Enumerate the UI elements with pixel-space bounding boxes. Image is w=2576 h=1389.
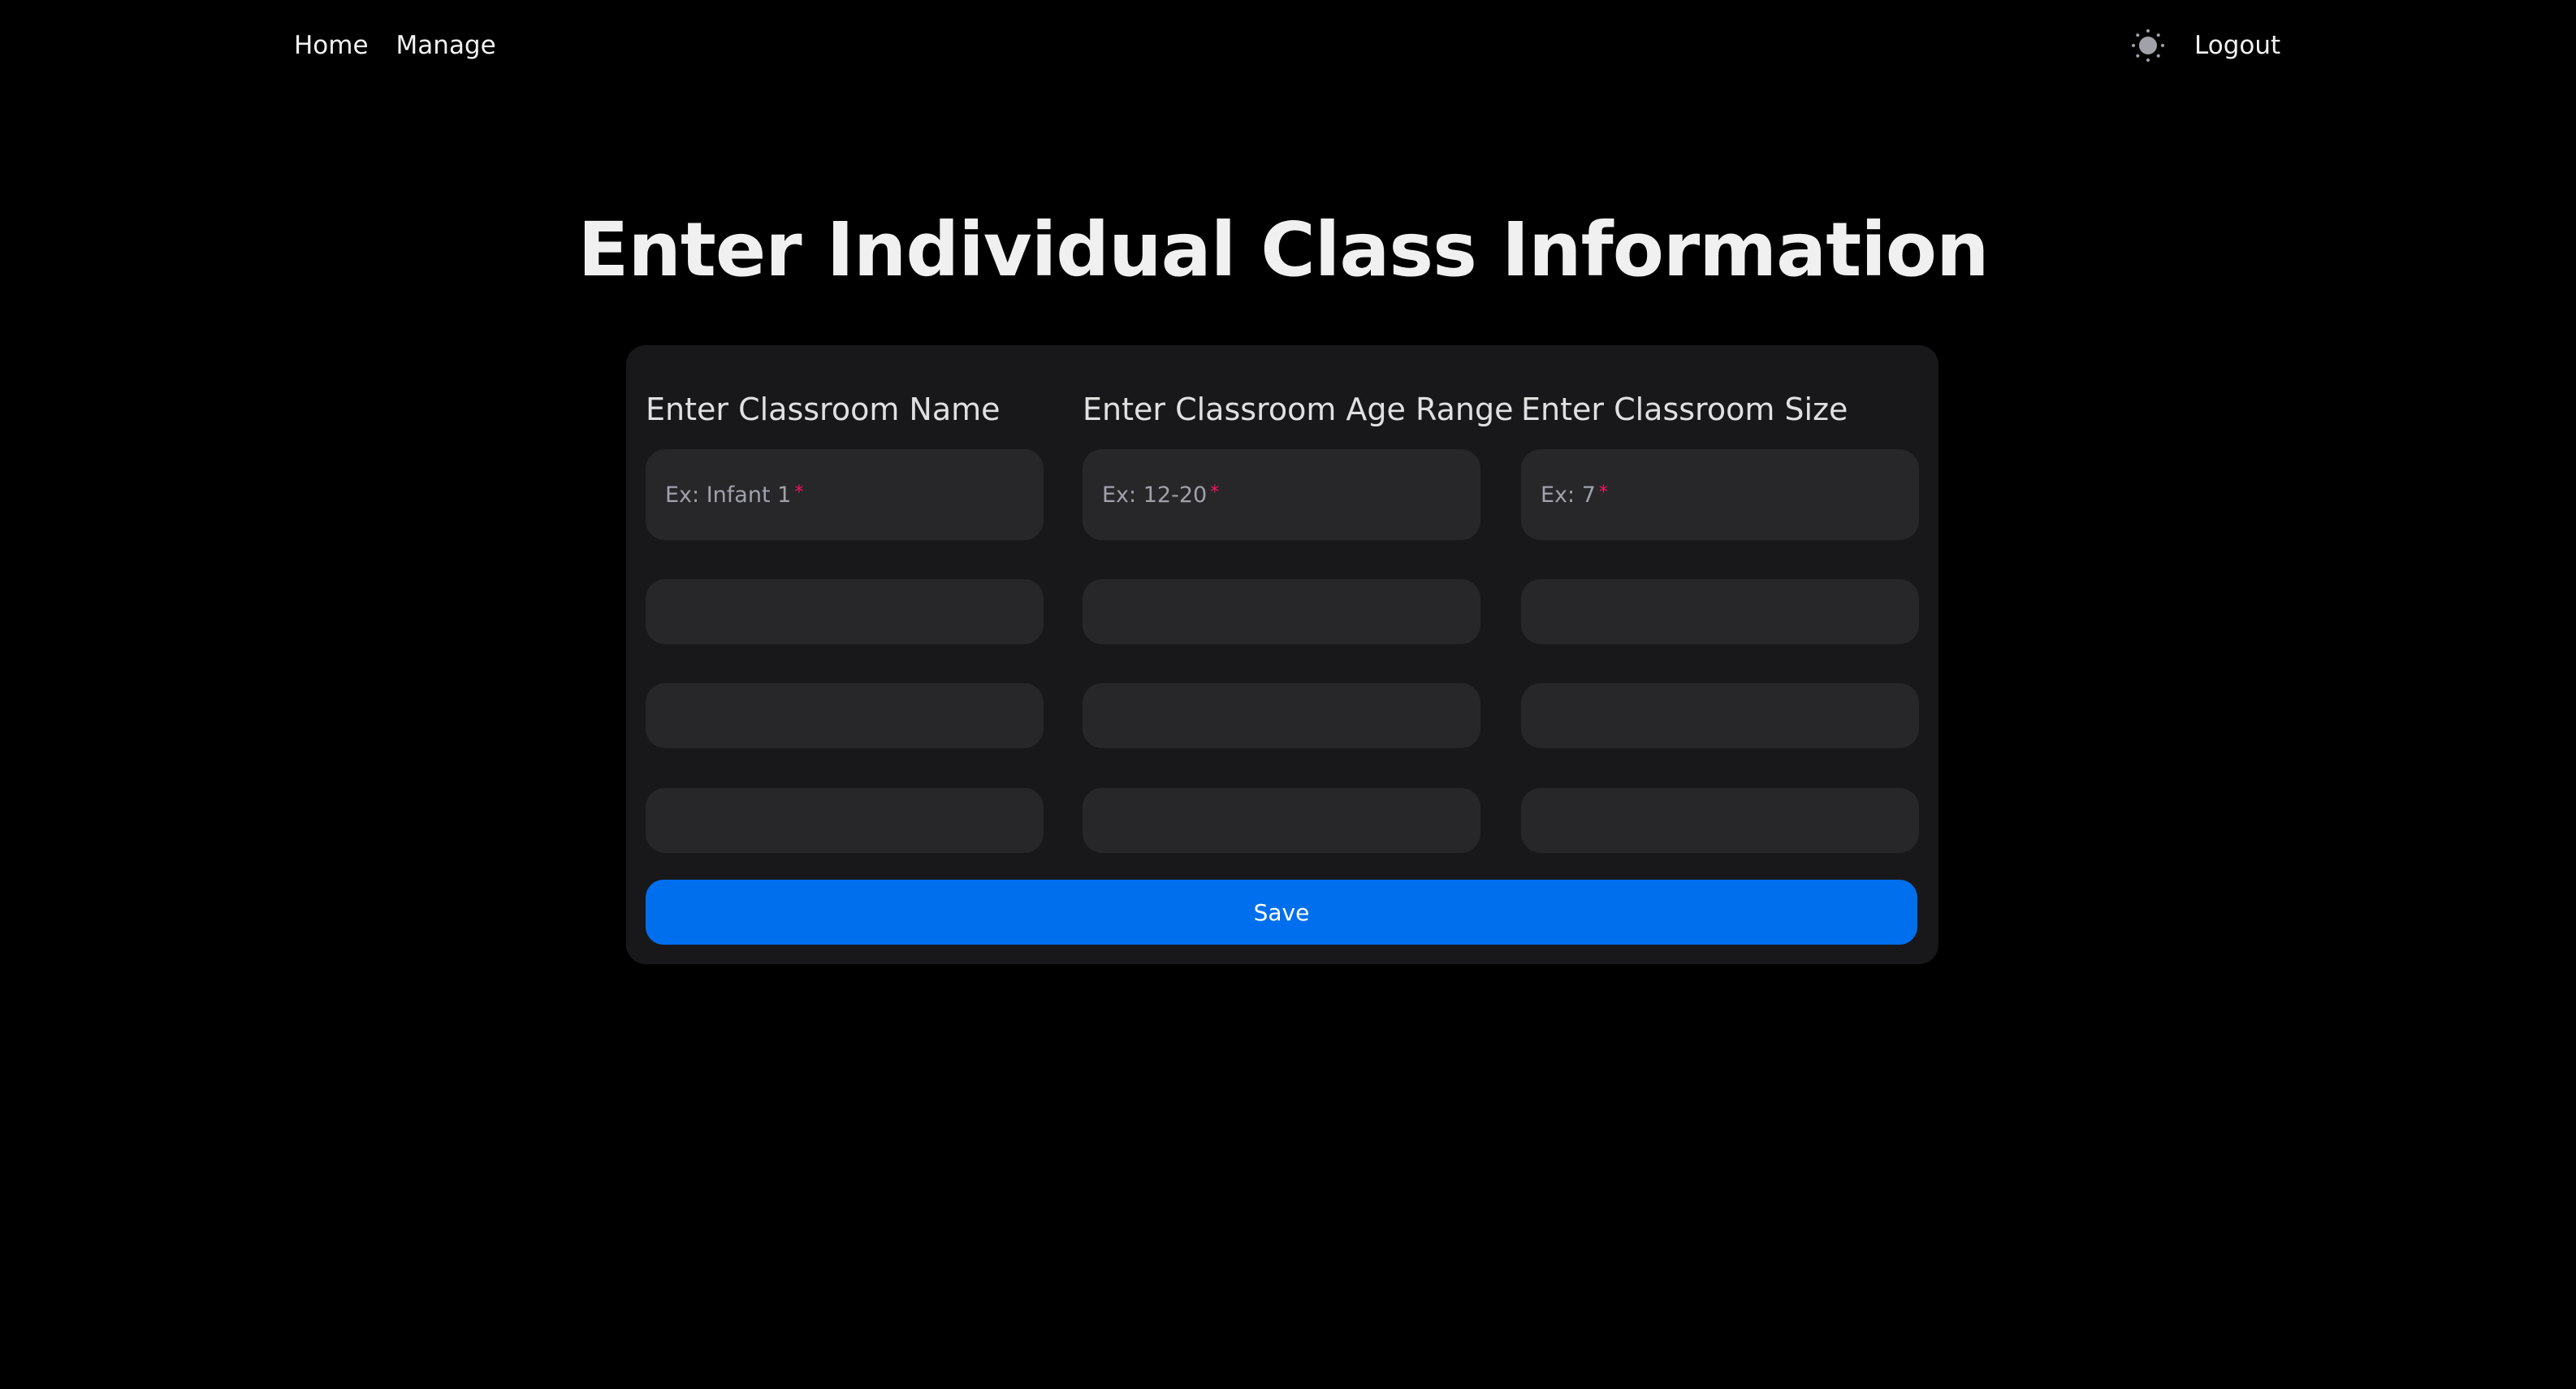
classroom-age-range-header: Enter Classroom Age Range xyxy=(1083,392,1514,427)
classroom-name-placeholder: Ex: Infant 1 xyxy=(665,482,792,508)
classroom-size-input-3[interactable] xyxy=(1521,683,1919,748)
sun-icon xyxy=(2132,29,2164,62)
classroom-size-header: Enter Classroom Size xyxy=(1521,392,1848,427)
required-asterisk: * xyxy=(1210,482,1220,503)
page: Home Manage Logout Enter Individual Clas… xyxy=(0,0,2576,1389)
classroom-name-input[interactable]: Ex: Infant 1 * xyxy=(646,449,1044,540)
page-title: Enter Individual Class Information xyxy=(577,206,1990,293)
classroom-age-range-input-2[interactable] xyxy=(1083,579,1480,644)
logout-link[interactable]: Logout xyxy=(2194,31,2280,60)
theme-toggle-button[interactable] xyxy=(2128,25,2168,66)
class-form-card: Enter Classroom Name Enter Classroom Age… xyxy=(626,345,1938,964)
classroom-name-input-4[interactable] xyxy=(646,788,1044,853)
classroom-size-input-4[interactable] xyxy=(1521,788,1919,853)
required-asterisk: * xyxy=(1598,482,1608,503)
save-button[interactable]: Save xyxy=(646,880,1917,945)
nav-home-link[interactable]: Home xyxy=(294,31,369,60)
classroom-name-input-2[interactable] xyxy=(646,579,1044,644)
nav-links: Home Manage xyxy=(294,24,496,67)
classroom-size-input[interactable]: Ex: 7 * xyxy=(1521,449,1919,540)
classroom-size-placeholder: Ex: 7 xyxy=(1541,482,1596,508)
required-asterisk: * xyxy=(794,482,804,503)
classroom-size-input-2[interactable] xyxy=(1521,579,1919,644)
classroom-age-range-input-3[interactable] xyxy=(1083,683,1480,748)
classroom-age-range-placeholder: Ex: 12-20 xyxy=(1102,482,1208,508)
nav-manage-link[interactable]: Manage xyxy=(396,31,496,60)
classroom-name-header: Enter Classroom Name xyxy=(646,392,1001,427)
classroom-age-range-input[interactable]: Ex: 12-20 * xyxy=(1083,449,1480,540)
classroom-age-range-input-4[interactable] xyxy=(1083,788,1480,853)
classroom-name-input-3[interactable] xyxy=(646,683,1044,748)
nav-actions: Logout xyxy=(2128,24,2280,67)
